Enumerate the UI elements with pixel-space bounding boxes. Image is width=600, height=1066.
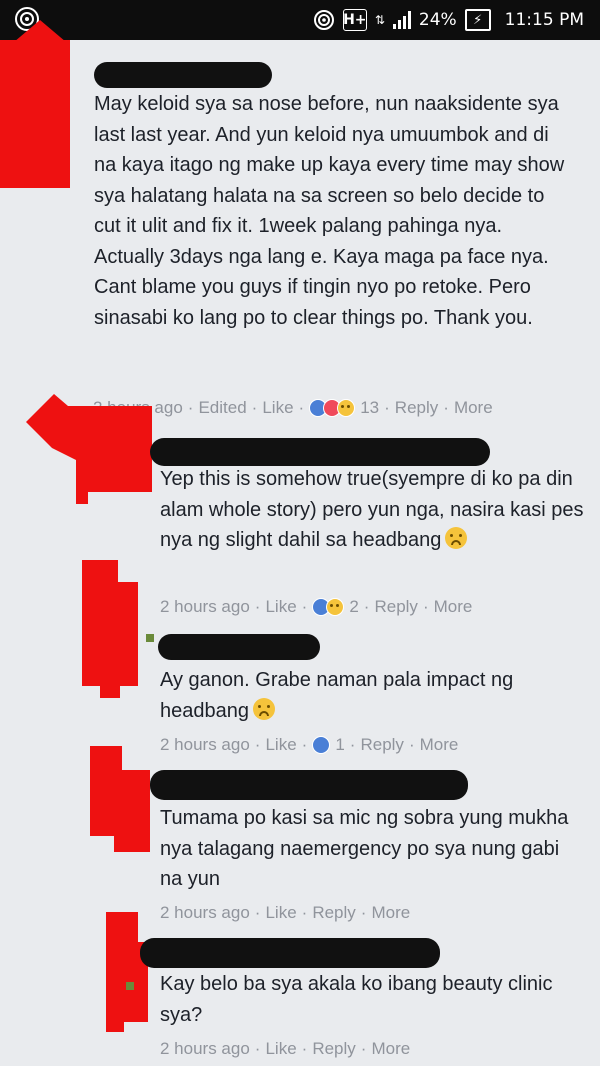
comment-text: Kay belo ba sya akala ko ibang beauty cl… [160,973,553,1026]
hotspot-icon [313,10,334,30]
more-button[interactable]: More [434,597,473,617]
avatar-redaction-arrow [26,394,152,504]
reactions-summary[interactable] [312,736,331,754]
comment-time[interactable]: 2 hours ago [160,735,250,755]
avatar-redaction-arrow [90,746,150,852]
sad-reaction-icon [326,598,345,616]
commenter-name[interactable] [94,62,272,88]
commenter-name[interactable] [150,770,468,800]
edited-label[interactable]: Edited [198,398,246,418]
reply-button[interactable]: Reply [374,597,417,617]
like-button[interactable]: Like [265,735,296,755]
like-button[interactable]: Like [262,398,293,418]
like-button[interactable]: Like [265,597,296,617]
signal-icon [392,11,411,29]
commenter-name[interactable] [158,634,320,660]
comment-meta: 2 hours ago · Like · Reply · More [160,903,411,923]
commenter-name[interactable] [140,938,440,968]
comment-text: Yep this is somehow true(syempre di ko p… [160,468,584,551]
comment-feed: May keloid sya sa nose before, nun naaks… [0,40,600,1066]
avatar-edge [146,634,154,642]
reply-button[interactable]: Reply [312,903,355,923]
sad-reaction-icon [337,399,356,417]
like-reaction-icon [312,736,331,754]
commenter-name[interactable] [150,438,490,466]
comment-meta: 2 hours ago · Like · 2 · Reply · More [160,597,473,617]
comment-time[interactable]: 2 hours ago [160,597,250,617]
like-button[interactable]: Like [265,1039,296,1059]
avatar-edge [126,982,134,990]
reactions-summary[interactable] [312,598,345,616]
more-button[interactable]: More [371,1039,410,1059]
status-bar: H+ ⇅ 24% ⚡ 11:15 PM [0,0,600,40]
comment-text: Tumama po kasi sa mic ng sobra yung mukh… [160,807,569,890]
avatar-redaction-arrow [106,912,148,1032]
reactions-summary[interactable] [309,399,356,417]
reply-button[interactable]: Reply [395,398,438,418]
more-button[interactable]: More [454,398,493,418]
clock: 11:15 PM [504,10,584,30]
comment-time[interactable]: 2 hours ago [160,1039,250,1059]
battery-charging-icon: ⚡ [464,9,491,31]
comment-text: Ay ganon. Grabe naman pala impact ng hea… [160,669,514,722]
avatar-redaction-arrow [82,560,138,698]
more-button[interactable]: More [420,735,459,755]
reaction-count[interactable]: 2 [349,597,358,617]
reaction-count[interactable]: 13 [360,398,379,418]
like-button[interactable]: Like [265,903,296,923]
comment-text: May keloid sya sa nose before, nun naaks… [94,93,565,329]
status-icons: H+ ⇅ 24% ⚡ 11:15 PM [313,8,584,32]
avatar [0,40,70,188]
comment-meta: 2 hours ago · Like · 1 · Reply · More [160,735,459,755]
comment-time[interactable]: 2 hours ago [160,903,250,923]
more-button[interactable]: More [371,903,410,923]
data-arrows-icon: ⇅ [374,13,385,27]
comment-meta: 2 hours ago · Like · Reply · More [160,1039,411,1059]
sad-face-emoji [252,697,275,720]
reply-button[interactable]: Reply [312,1039,355,1059]
reply-button[interactable]: Reply [360,735,403,755]
network-icon: H+ [342,9,367,31]
reaction-count[interactable]: 1 [335,735,344,755]
battery-percent: 24% [418,10,457,30]
sad-face-emoji [445,527,468,549]
